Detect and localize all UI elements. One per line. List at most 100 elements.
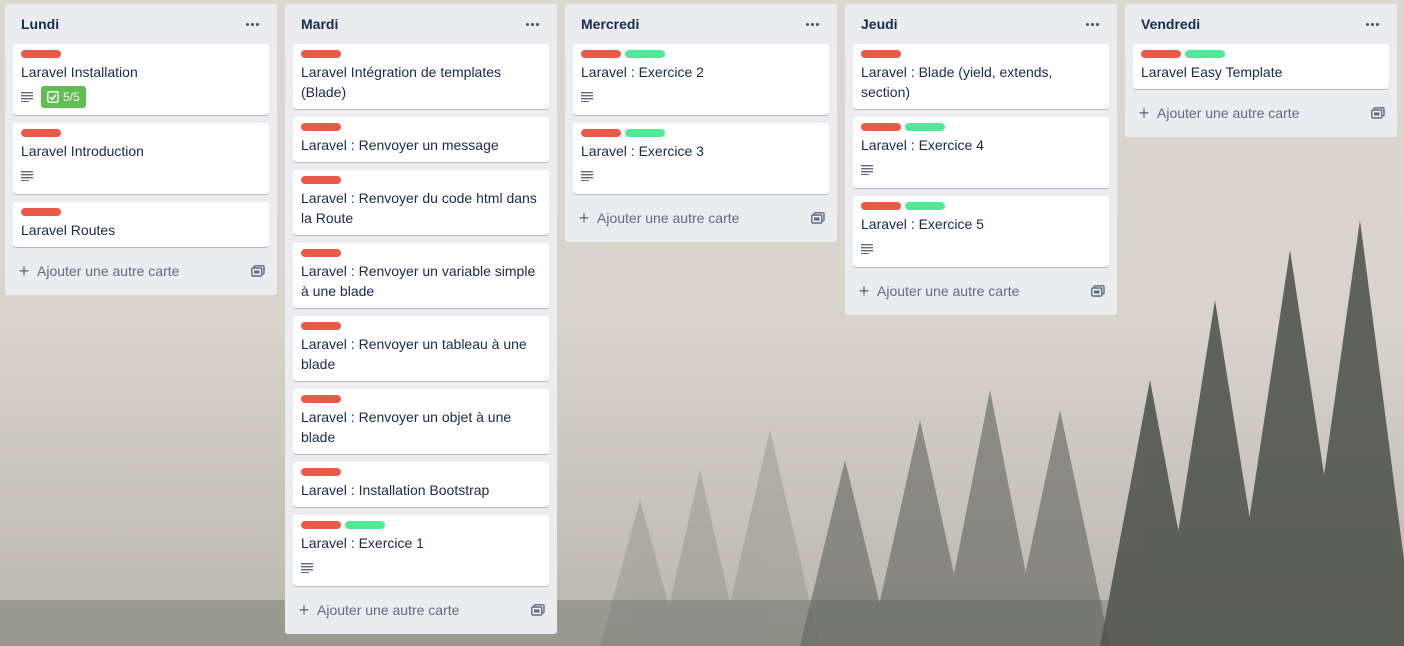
card[interactable]: Laravel : Exercice 5	[853, 196, 1109, 267]
card-badges	[861, 238, 1101, 260]
card-template-icon[interactable]	[251, 265, 265, 277]
plus-icon: +	[18, 261, 30, 281]
label-green[interactable]	[1185, 50, 1225, 58]
card-labels	[581, 50, 821, 58]
card[interactable]: Laravel Introduction	[13, 123, 269, 194]
label-red[interactable]	[861, 50, 901, 58]
add-card-left: + Ajouter une autre carte	[1137, 103, 1300, 123]
list-title[interactable]: Vendredi	[1141, 16, 1200, 32]
label-red[interactable]	[301, 176, 341, 184]
add-card-label: Ajouter une autre carte	[877, 283, 1020, 299]
card-title: Laravel : Renvoyer du code html dans la …	[301, 190, 537, 226]
card[interactable]: Laravel : Renvoyer un variable simple à …	[293, 243, 549, 308]
card-template-icon[interactable]	[811, 212, 825, 224]
card[interactable]: Laravel : Renvoyer un objet à une blade	[293, 389, 549, 454]
label-green[interactable]	[905, 202, 945, 210]
add-card-button[interactable]: + Ajouter une autre carte	[13, 255, 269, 287]
card-title: Laravel : Renvoyer un message	[301, 137, 499, 153]
label-red[interactable]	[301, 50, 341, 58]
card-labels	[301, 521, 541, 529]
card-labels	[21, 129, 261, 137]
card-labels	[21, 208, 261, 216]
card[interactable]: Laravel : Renvoyer un tableau à une blad…	[293, 316, 549, 381]
card-labels	[301, 249, 541, 257]
label-green[interactable]	[625, 129, 665, 137]
list-menu-icon[interactable]	[1360, 17, 1385, 32]
label-red[interactable]	[301, 123, 341, 131]
label-green[interactable]	[905, 123, 945, 131]
card[interactable]: Laravel : Installation Bootstrap	[293, 462, 549, 507]
description-icon	[861, 244, 873, 254]
card[interactable]: Laravel : Renvoyer du code html dans la …	[293, 170, 549, 235]
card-labels	[21, 50, 261, 58]
list-lundi: Lundi Laravel Installation 5/5 Laravel Intr…	[5, 4, 277, 295]
label-red[interactable]	[301, 468, 341, 476]
list-menu-icon[interactable]	[520, 17, 545, 32]
card[interactable]: Laravel Easy Template	[1133, 44, 1389, 89]
list-title[interactable]: Lundi	[21, 16, 59, 32]
plus-icon: +	[298, 600, 310, 620]
label-red[interactable]	[21, 50, 61, 58]
card[interactable]: Laravel Installation 5/5	[13, 44, 269, 115]
add-card-left: + Ajouter une autre carte	[577, 209, 740, 227]
add-card-button[interactable]: + Ajouter une autre carte	[293, 594, 549, 626]
label-red[interactable]	[301, 322, 341, 330]
card-title: Laravel : Renvoyer un tableau à une blad…	[301, 336, 527, 372]
label-red[interactable]	[861, 202, 901, 210]
list-menu-icon[interactable]	[800, 17, 825, 32]
add-card-button[interactable]: + Ajouter une autre carte	[853, 275, 1109, 307]
label-red[interactable]	[581, 129, 621, 137]
label-red[interactable]	[301, 249, 341, 257]
label-red[interactable]	[21, 208, 61, 216]
label-red[interactable]	[301, 395, 341, 403]
card[interactable]: Laravel : Exercice 4	[853, 117, 1109, 188]
card-title: Laravel Routes	[21, 222, 116, 238]
card[interactable]: Laravel : Exercice 1	[293, 515, 549, 586]
add-card-label: Ajouter une autre carte	[317, 602, 460, 618]
card-labels	[301, 395, 541, 403]
card-labels	[1141, 50, 1381, 58]
menu-dot	[1091, 22, 1094, 26]
card[interactable]: Laravel Routes	[13, 202, 269, 247]
menu-dot	[251, 22, 254, 26]
menu-dot	[1371, 22, 1374, 26]
card-labels	[301, 176, 541, 184]
template-icon	[251, 265, 265, 277]
add-card-button[interactable]: + Ajouter une autre carte	[573, 202, 829, 234]
list-title[interactable]: Jeudi	[861, 16, 898, 32]
card[interactable]: Laravel Intégration de templates (Blade)	[293, 44, 549, 109]
label-red[interactable]	[1141, 50, 1181, 58]
label-red[interactable]	[21, 129, 61, 137]
card-template-icon[interactable]	[1371, 107, 1385, 119]
template-icon	[811, 212, 825, 224]
list-mercredi: Mercredi Laravel : Exercice 2 Laravel : Ex…	[565, 4, 837, 242]
label-red[interactable]	[581, 50, 621, 58]
card-badges	[861, 159, 1101, 181]
card-template-icon[interactable]	[1091, 285, 1105, 297]
menu-dot	[256, 22, 259, 26]
add-card-left: + Ajouter une autre carte	[297, 600, 460, 620]
list-header: Mercredi	[573, 4, 829, 44]
label-red[interactable]	[301, 521, 341, 529]
card-badges	[301, 557, 541, 579]
list-title[interactable]: Mardi	[301, 16, 338, 32]
list-menu-icon[interactable]	[1080, 17, 1105, 32]
template-icon	[1091, 285, 1105, 297]
card[interactable]: Laravel : Exercice 3	[573, 123, 829, 194]
list-title[interactable]: Mercredi	[581, 16, 639, 32]
checklist-icon	[47, 91, 59, 103]
add-card-button[interactable]: + Ajouter une autre carte	[1133, 97, 1389, 129]
card-badges	[21, 165, 261, 187]
card-labels	[581, 129, 821, 137]
label-red[interactable]	[861, 123, 901, 131]
menu-dot	[806, 22, 809, 26]
label-green[interactable]	[625, 50, 665, 58]
menu-dot	[531, 22, 534, 26]
card[interactable]: Laravel : Exercice 2	[573, 44, 829, 115]
label-green[interactable]	[345, 521, 385, 529]
list-menu-icon[interactable]	[240, 17, 265, 32]
card[interactable]: Laravel : Blade (yield, extends, section…	[853, 44, 1109, 109]
card-template-icon[interactable]	[531, 604, 545, 616]
plus-icon: +	[1138, 103, 1150, 123]
card[interactable]: Laravel : Renvoyer un message	[293, 117, 549, 162]
